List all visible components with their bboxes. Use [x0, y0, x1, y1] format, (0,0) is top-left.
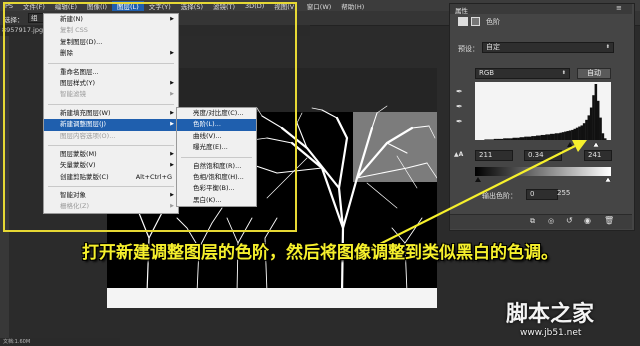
callout-arrow [351, 140, 587, 259]
watermark-title: 脚本之家 [506, 301, 595, 327]
watermark-url: www.jb51.net [520, 328, 582, 338]
status-text: 文档:1.60M [3, 339, 31, 345]
status-bar: 文档:1.60M [0, 338, 120, 346]
watermark: 脚本之家 www.jb51.net [470, 296, 635, 344]
caption-text: 打开新建调整图层的色阶，然后将图像调整到类似黑白的色调。 [82, 243, 558, 263]
